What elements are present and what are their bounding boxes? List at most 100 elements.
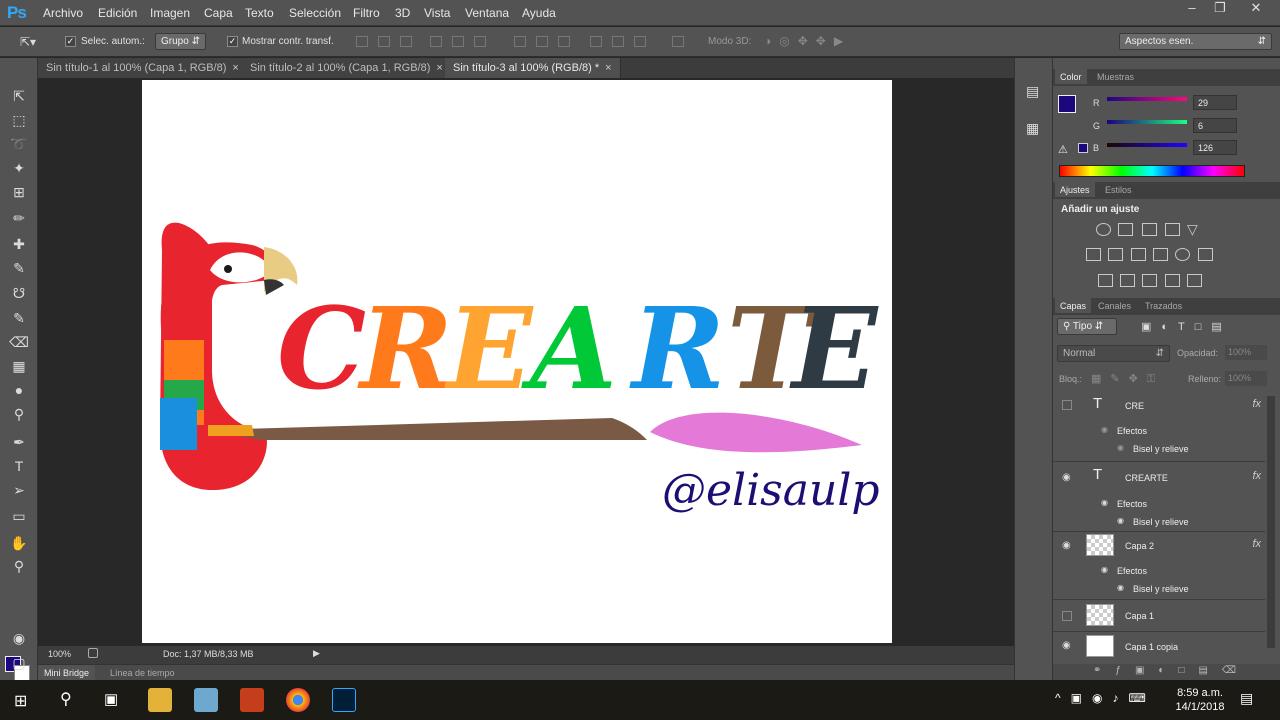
b-value[interactable]: 126 xyxy=(1193,140,1237,155)
menu-ayuda[interactable]: Ayuda xyxy=(522,6,556,20)
layer-row[interactable]: ◉ Capa 2 fx ◉ Efectos ◉ Bisel y relieve xyxy=(1053,532,1265,600)
tab-channels[interactable]: Canales xyxy=(1098,301,1131,311)
hand-tool-icon[interactable]: ✋ xyxy=(9,533,29,553)
distribute-vcenter-icon[interactable] xyxy=(536,36,548,47)
magic-wand-tool-icon[interactable]: ✦ xyxy=(9,158,29,178)
hue-saturation-icon[interactable] xyxy=(1086,248,1101,261)
distribute-hcenter-icon[interactable] xyxy=(612,36,624,47)
photo-filter-icon[interactable] xyxy=(1153,248,1168,261)
layer-row[interactable]: T CRE fx ◉ Efectos ◉ Bisel y relieve xyxy=(1053,392,1265,462)
task-view-icon[interactable]: ▣ xyxy=(104,690,118,708)
rectangle-tool-icon[interactable]: ▭ xyxy=(9,506,29,526)
zoom-tool-icon[interactable]: ⚲ xyxy=(9,556,29,576)
eye-icon[interactable]: ◉ xyxy=(1101,425,1108,434)
channel-mixer-icon[interactable] xyxy=(1175,248,1190,261)
fx-icon[interactable]: fx xyxy=(1252,538,1261,550)
vibrance-icon[interactable]: ▽ xyxy=(1187,222,1202,236)
menu-archivo[interactable]: Archivo xyxy=(43,6,83,20)
layer-name[interactable]: Capa 2 xyxy=(1125,541,1154,551)
type-tool-icon[interactable]: T xyxy=(9,456,29,476)
doc-tab-1[interactable]: Sin título-1 al 100% (Capa 1, RGB/8) × xyxy=(38,58,248,78)
clock[interactable]: 8:59 a.m. 14/1/2018 xyxy=(1170,686,1230,714)
visibility-toggle[interactable] xyxy=(1062,611,1072,621)
file-explorer-icon[interactable] xyxy=(148,688,172,712)
align-hcenter-icon[interactable] xyxy=(452,36,464,47)
b-slider[interactable] xyxy=(1107,143,1187,147)
menu-vista[interactable]: Vista xyxy=(424,6,450,20)
doc-tab-2[interactable]: Sin título-2 al 100% (Capa 1, RGB/8) × xyxy=(242,58,452,78)
eye-icon[interactable]: ◉ xyxy=(1062,540,1071,551)
pen-tool-icon[interactable]: ✒ xyxy=(9,432,29,452)
curves-icon[interactable] xyxy=(1142,223,1157,236)
menu-seleccion[interactable]: Selección xyxy=(289,6,341,20)
tab-swatches[interactable]: Muestras xyxy=(1097,72,1134,82)
layer-name[interactable]: Capa 1 xyxy=(1125,611,1154,621)
color-spectrum[interactable] xyxy=(1059,165,1245,177)
g-slider[interactable] xyxy=(1107,120,1187,124)
menu-3d[interactable]: 3D xyxy=(395,6,410,20)
tab-styles[interactable]: Estilos xyxy=(1105,185,1132,195)
quick-mask-icon[interactable]: ◉ xyxy=(9,628,29,648)
layers-scrollbar[interactable] xyxy=(1267,396,1275,648)
bevel-emboss-label[interactable]: Bisel y relieve xyxy=(1133,517,1189,527)
gradient-map-icon[interactable] xyxy=(1187,274,1202,287)
blur-tool-icon[interactable]: ● xyxy=(9,380,29,400)
eye-icon[interactable]: ◉ xyxy=(1101,565,1108,574)
web-safe-swatch[interactable] xyxy=(1078,143,1088,153)
fg-color-swatch[interactable] xyxy=(1058,95,1076,113)
layer-name[interactable]: Capa 1 copia xyxy=(1125,642,1178,652)
posterize-icon[interactable] xyxy=(1120,274,1135,287)
status-menu-arrow-icon[interactable]: ▶ xyxy=(313,648,320,659)
menu-capa[interactable]: Capa xyxy=(204,6,233,20)
distribute-bottom-icon[interactable] xyxy=(558,36,570,47)
restore-button[interactable]: ❐ xyxy=(1202,0,1238,18)
document-canvas[interactable]: C R E A R T E @elisaulp xyxy=(142,80,892,643)
visibility-toggle[interactable] xyxy=(1062,400,1072,410)
opacity-value[interactable]: 100% xyxy=(1225,345,1267,360)
dodge-tool-icon[interactable]: ⚲ xyxy=(9,404,29,424)
threshold-icon[interactable] xyxy=(1142,274,1157,287)
layer-row[interactable]: Capa 1 xyxy=(1053,600,1265,632)
menu-ventana[interactable]: Ventana xyxy=(465,6,509,20)
zoom-level[interactable]: 100% xyxy=(48,649,71,659)
close-icon[interactable]: × xyxy=(436,62,442,74)
gradient-tool-icon[interactable]: ▦ xyxy=(9,356,29,376)
doc-tab-3[interactable]: Sin título-3 al 100% (RGB/8) * × xyxy=(445,58,621,78)
clone-stamp-tool-icon[interactable]: ☋ xyxy=(9,283,29,303)
fx-icon[interactable]: fx xyxy=(1252,470,1261,482)
r-slider[interactable] xyxy=(1107,97,1187,101)
search-icon[interactable]: ⚲ xyxy=(60,689,72,709)
color-balance-icon[interactable] xyxy=(1108,248,1123,261)
eye-icon[interactable]: ◉ xyxy=(1101,498,1108,507)
bevel-emboss-label[interactable]: Bisel y relieve xyxy=(1133,584,1189,594)
invert-icon[interactable] xyxy=(1098,274,1113,287)
history-panel-icon[interactable]: ▤ xyxy=(1026,83,1039,100)
photoshop-taskbar-icon[interactable] xyxy=(332,688,356,712)
color-lookup-icon[interactable] xyxy=(1198,248,1213,261)
bevel-emboss-label[interactable]: Bisel y relieve xyxy=(1133,444,1189,454)
black-white-icon[interactable] xyxy=(1131,248,1146,261)
align-right-icon[interactable] xyxy=(474,36,486,47)
status-info-icon[interactable] xyxy=(88,648,98,658)
tab-timeline[interactable]: Línea de tiempo xyxy=(110,668,175,678)
auto-align-icon[interactable] xyxy=(672,36,684,47)
move-tool-icon[interactable]: ⇱ xyxy=(9,86,29,106)
tab-layers[interactable]: Capas xyxy=(1055,298,1092,313)
align-left-icon[interactable] xyxy=(430,36,442,47)
auto-select-checkbox[interactable]: ✓ xyxy=(65,36,76,47)
chrome-icon[interactable] xyxy=(286,688,310,712)
layer-name[interactable]: CREARTE xyxy=(1125,473,1168,483)
eye-icon[interactable]: ◉ xyxy=(1117,516,1124,525)
lasso-tool-icon[interactable]: ➰ xyxy=(9,134,29,154)
tab-mini-bridge[interactable]: Mini Bridge xyxy=(38,665,96,681)
fx-icon[interactable]: fx xyxy=(1252,398,1261,410)
distribute-left-icon[interactable] xyxy=(590,36,602,47)
r-value[interactable]: 29 xyxy=(1193,95,1237,110)
healing-brush-tool-icon[interactable]: ✚ xyxy=(9,234,29,254)
align-vcenter-icon[interactable] xyxy=(378,36,390,47)
eye-icon[interactable]: ◉ xyxy=(1117,443,1124,452)
crop-tool-icon[interactable]: ⊞ xyxy=(9,182,29,202)
exposure-icon[interactable] xyxy=(1165,223,1180,236)
layer-filter-dropdown[interactable]: ⚲ Tipo ⇵ xyxy=(1057,318,1117,335)
tab-color[interactable]: Color xyxy=(1055,69,1087,84)
